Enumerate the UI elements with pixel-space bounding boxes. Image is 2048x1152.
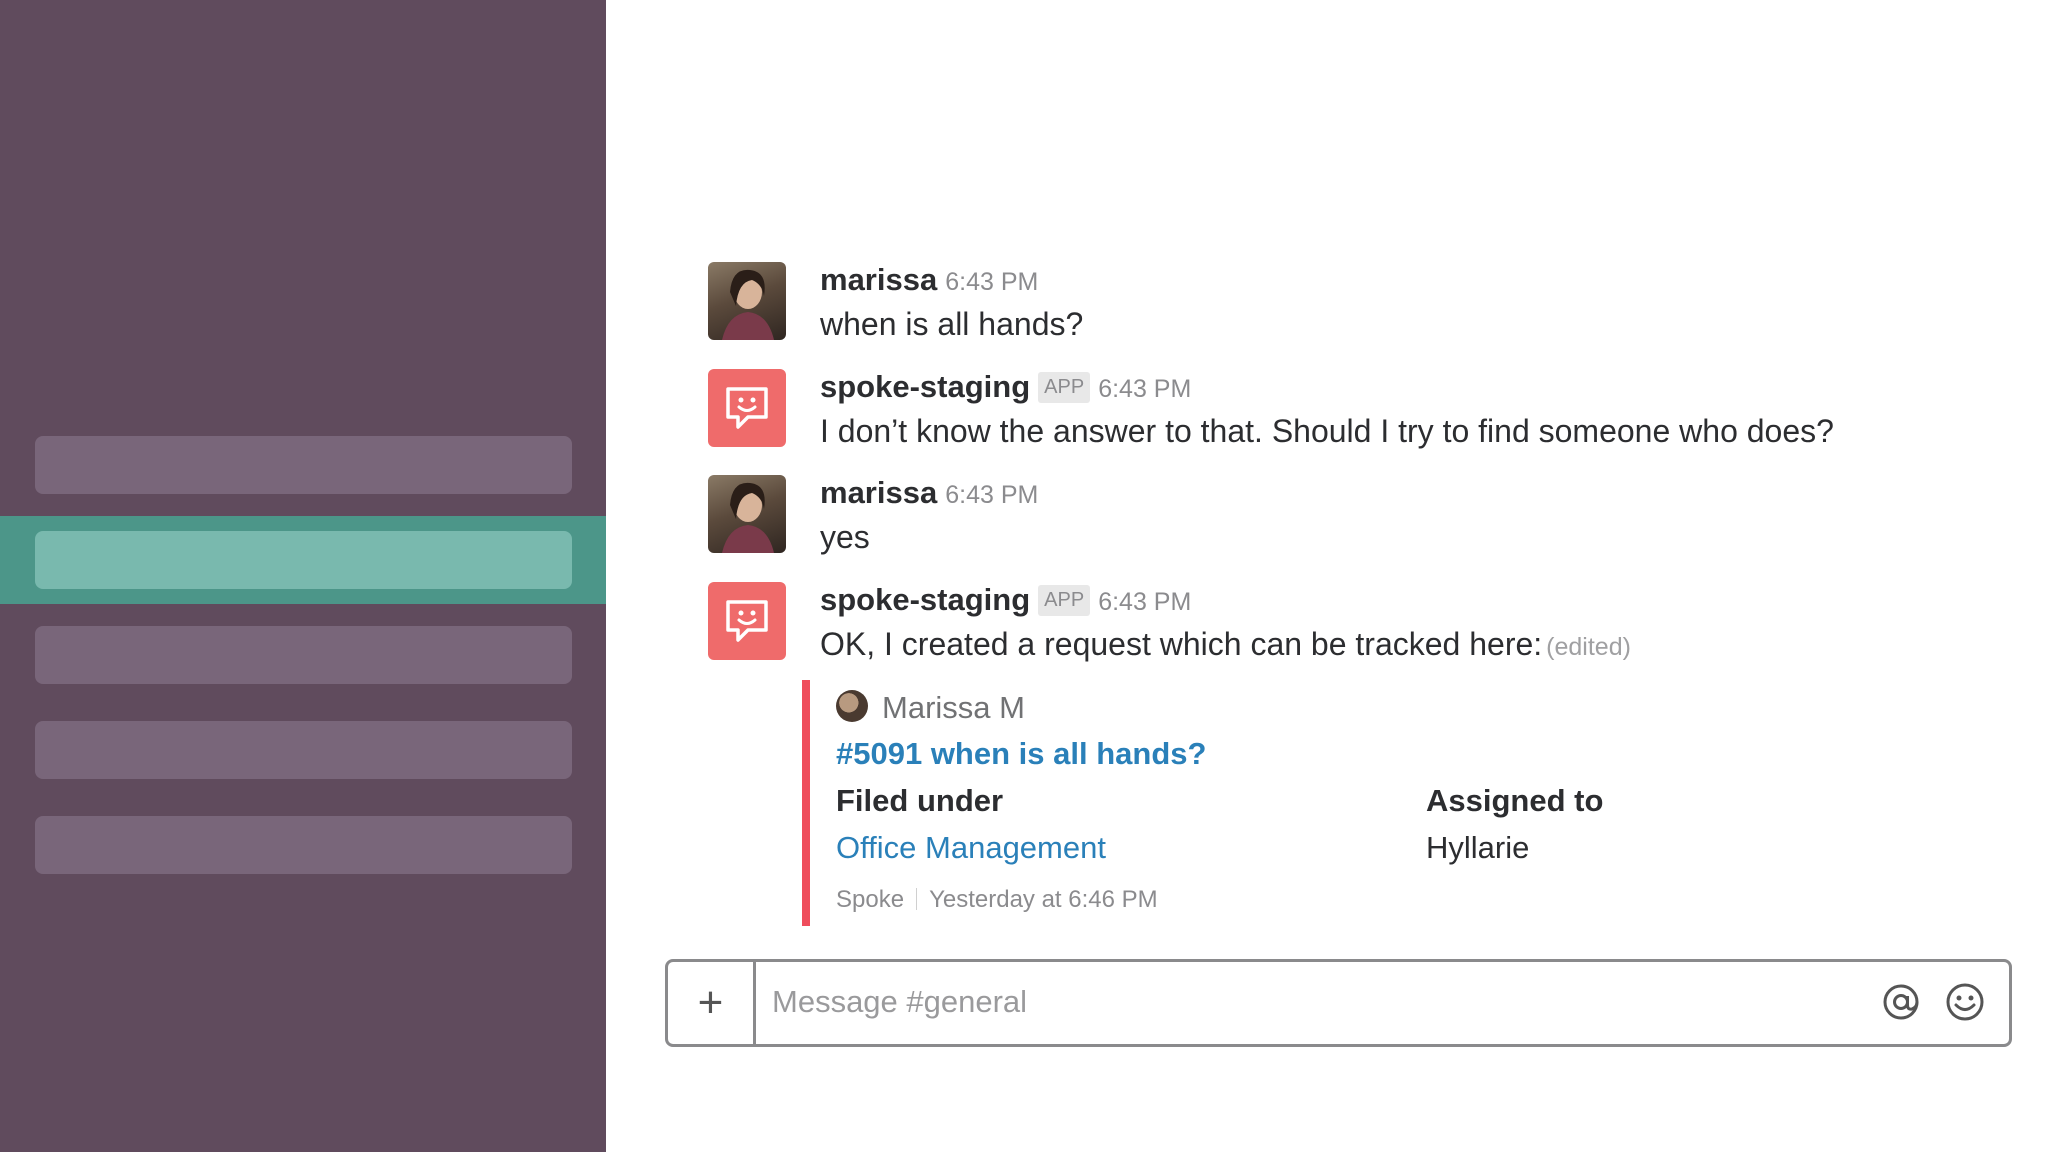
- sidebar-item-placeholder[interactable]: [35, 626, 572, 684]
- message-text: OK, I created a request which can be tra…: [820, 626, 1631, 663]
- attachment-author-avatar: [836, 690, 868, 722]
- attachment-title-link[interactable]: #5091 when is all hands?: [836, 736, 1206, 772]
- field-value-assigned-to: Hyllarie: [1426, 830, 1530, 865]
- message-timestamp[interactable]: 6:43 PM: [945, 268, 1038, 296]
- message-text-content: OK, I created a request which can be tra…: [820, 626, 1543, 662]
- message-author[interactable]: marissa: [820, 262, 937, 297]
- attachment-author-name: Marissa M: [882, 690, 1025, 725]
- attachment-author: Marissa M: [836, 690, 1025, 726]
- message-composer: + Message #general: [665, 959, 2012, 1047]
- field-label-filed-under: Filed under: [836, 783, 1004, 818]
- mention-icon[interactable]: [1881, 982, 1921, 1022]
- edited-label: (edited): [1546, 633, 1631, 661]
- app-badge: APP: [1038, 372, 1091, 403]
- avatar[interactable]: [708, 475, 786, 553]
- avatar[interactable]: [708, 262, 786, 340]
- message-author[interactable]: spoke-staging: [820, 582, 1030, 617]
- message-timestamp[interactable]: 6:43 PM: [945, 481, 1038, 509]
- message-text: yes: [820, 519, 870, 555]
- footer-divider: [916, 888, 918, 910]
- attachment-footer: Spoke Yesterday at 6:46 PM: [836, 886, 1158, 914]
- sidebar-item-placeholder[interactable]: [35, 531, 572, 589]
- sidebar: [0, 0, 606, 1152]
- chat-bubble-smile-icon: [726, 387, 768, 429]
- footer-timestamp: Yesterday at 6:46 PM: [929, 886, 1158, 913]
- plus-icon: +: [697, 978, 724, 1027]
- message-text: I don’t know the answer to that. Should …: [820, 413, 1834, 449]
- message-text: when is all hands?: [820, 306, 1084, 342]
- message-timestamp[interactable]: 6:43 PM: [1098, 375, 1191, 403]
- message-author[interactable]: spoke-staging: [820, 369, 1030, 404]
- add-attachment-button[interactable]: +: [668, 962, 756, 1044]
- footer-source: Spoke: [836, 886, 905, 913]
- field-label-assigned-to: Assigned to: [1426, 783, 1604, 818]
- sidebar-item-placeholder[interactable]: [35, 816, 572, 874]
- chat-bubble-smile-icon: [726, 600, 768, 642]
- emoji-icon[interactable]: [1945, 982, 1985, 1022]
- bot-avatar[interactable]: [708, 582, 786, 660]
- sidebar-item-placeholder[interactable]: [35, 436, 572, 494]
- sidebar-item-active[interactable]: [0, 516, 606, 604]
- message-author[interactable]: marissa: [820, 475, 937, 510]
- message-input[interactable]: Message #general: [772, 984, 1027, 1020]
- app-badge: APP: [1038, 585, 1091, 616]
- message-timestamp[interactable]: 6:43 PM: [1098, 588, 1191, 616]
- sidebar-item-placeholder[interactable]: [35, 721, 572, 779]
- request-attachment: Marissa M #5091 when is all hands? Filed…: [802, 680, 1832, 926]
- bot-avatar[interactable]: [708, 369, 786, 447]
- field-value-filed-under-link[interactable]: Office Management: [836, 830, 1106, 866]
